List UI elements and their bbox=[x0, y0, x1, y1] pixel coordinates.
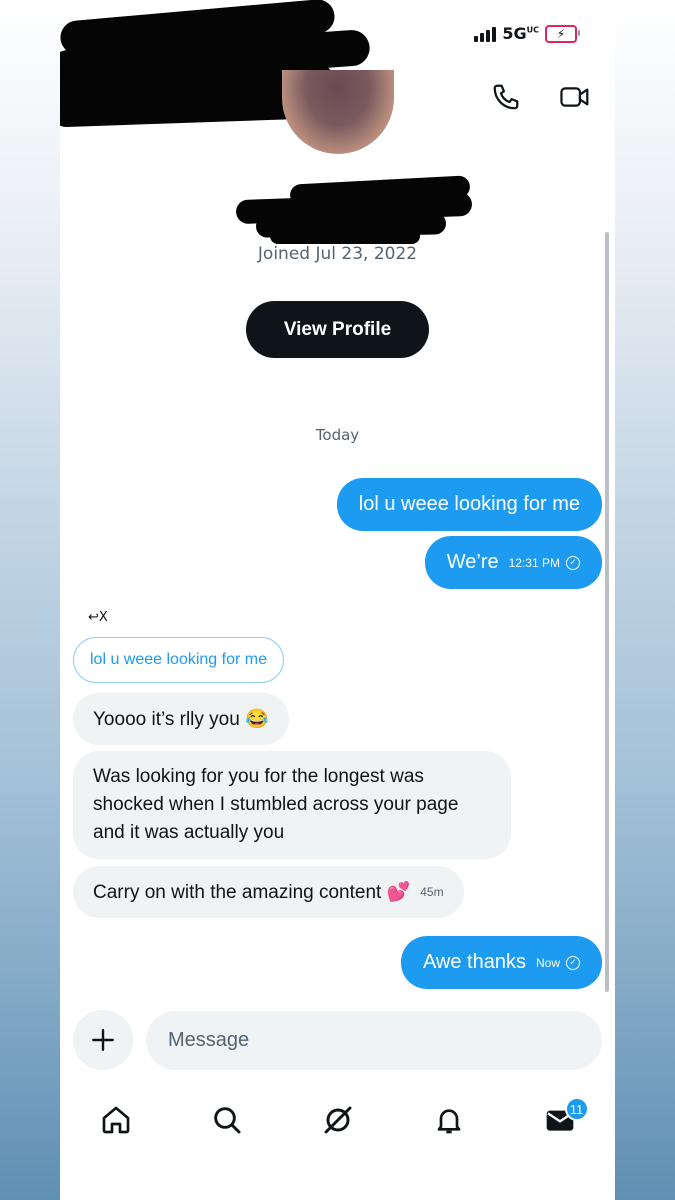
quoted-message[interactable]: lol u weee looking for me bbox=[73, 637, 284, 683]
message-sent[interactable]: Awe thanks Now ✓ bbox=[400, 936, 602, 989]
message-time: 45m bbox=[420, 885, 444, 899]
message-received[interactable]: Was looking for you for the longest was … bbox=[73, 751, 511, 859]
scrollbar[interactable] bbox=[605, 232, 609, 992]
nav-home[interactable] bbox=[91, 1095, 141, 1145]
message-text: Awe thanks bbox=[422, 951, 526, 973]
signal-icon bbox=[474, 26, 497, 42]
joined-date: Joined Jul 23, 2022 bbox=[257, 244, 418, 264]
message-sent[interactable]: lol u weee looking for me bbox=[336, 478, 602, 531]
nav-search[interactable] bbox=[202, 1095, 252, 1145]
message-text: Was looking for you for the longest was … bbox=[93, 766, 459, 843]
battery-icon: ⚡ bbox=[545, 24, 580, 43]
view-profile-button[interactable]: View Profile bbox=[246, 301, 429, 358]
message-text: We’re bbox=[446, 551, 499, 573]
bottom-nav: 11 bbox=[60, 1090, 615, 1150]
check-icon: ✓ bbox=[566, 955, 580, 970]
message-received[interactable]: Carry on with the amazing content 💕 45m bbox=[73, 866, 464, 918]
message-time: Now bbox=[535, 955, 560, 970]
reply-icon: ↩ bbox=[88, 610, 99, 625]
add-media-button[interactable] bbox=[73, 1010, 133, 1070]
messages-badge: 11 bbox=[564, 1097, 589, 1121]
message-time: 12:31 PM bbox=[508, 555, 560, 570]
message-meta: Now ✓ bbox=[535, 955, 580, 970]
phone-icon[interactable] bbox=[491, 82, 521, 116]
nav-grok[interactable] bbox=[313, 1095, 363, 1145]
day-separator: Today bbox=[315, 426, 360, 444]
video-icon[interactable] bbox=[559, 82, 591, 116]
check-icon: ✓ bbox=[566, 555, 580, 570]
message-text: Carry on with the amazing content 💕 bbox=[93, 882, 411, 903]
reply-indicator: ↩X bbox=[88, 610, 108, 625]
header-actions bbox=[491, 82, 591, 116]
plus-icon bbox=[92, 1029, 114, 1051]
message-text: Yoooo it’s rlly you 😂 bbox=[93, 709, 269, 730]
status-bar: 5GUC ⚡ bbox=[474, 24, 580, 43]
dm-screen: 5GUC ⚡ Joined Jul 23, 2022 View Profile … bbox=[60, 0, 615, 1200]
message-sent[interactable]: We’re 12:31 PM ✓ bbox=[424, 536, 602, 589]
message-received[interactable]: Yoooo it’s rlly you 😂 bbox=[73, 693, 289, 745]
notifications-icon bbox=[437, 1109, 460, 1134]
grok-icon bbox=[324, 1106, 351, 1134]
search-icon bbox=[213, 1107, 240, 1134]
avatar[interactable] bbox=[282, 70, 394, 154]
network-label: 5GUC bbox=[502, 24, 539, 43]
message-text: lol u weee looking for me bbox=[358, 493, 580, 515]
nav-notifications[interactable] bbox=[424, 1095, 474, 1145]
home-icon bbox=[102, 1106, 129, 1134]
nav-messages[interactable]: 11 bbox=[535, 1095, 589, 1145]
message-meta: 12:31 PM ✓ bbox=[508, 555, 580, 570]
message-input[interactable] bbox=[146, 1011, 602, 1070]
